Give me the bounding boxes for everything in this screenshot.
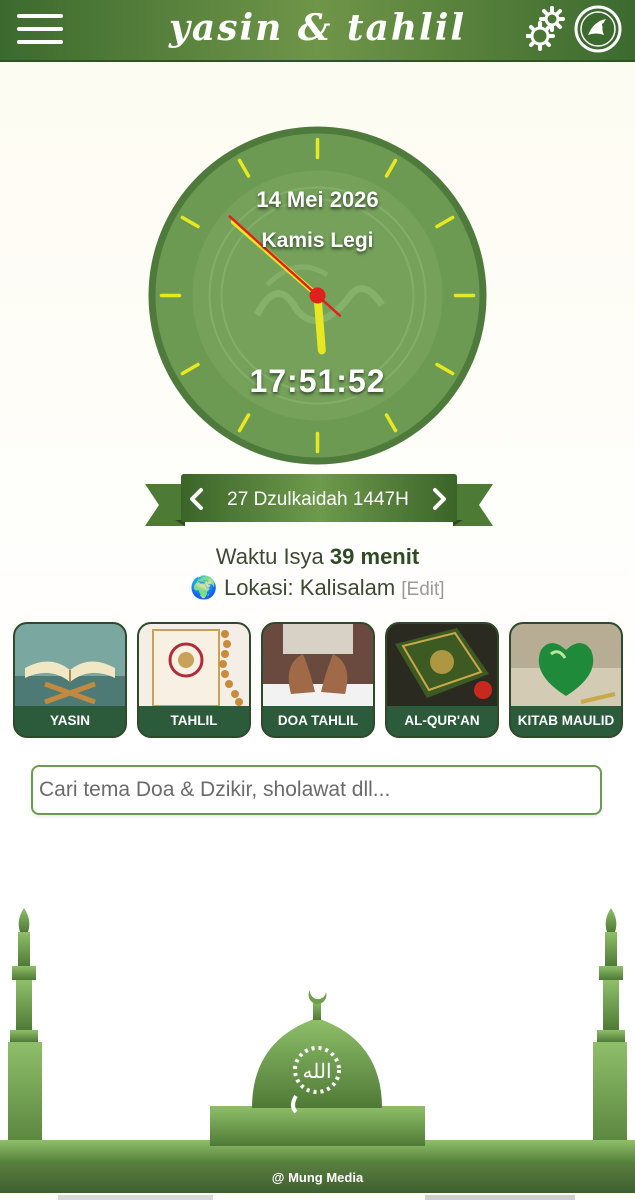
- clock-day: Kamis Legi: [261, 229, 374, 252]
- prayer-label: Waktu Isya: [215, 544, 324, 569]
- menu-tile-yasin[interactable]: YASIN: [13, 622, 127, 738]
- green-heart-icon: [511, 624, 621, 706]
- menu-tile-kitab-maulid[interactable]: KITAB MAULID: [509, 622, 623, 738]
- menu-tile-label: AL-QUR'AN: [387, 706, 497, 736]
- next-prayer-countdown: Waktu Isya 39 menit: [0, 544, 635, 570]
- chevron-right-icon[interactable]: [426, 483, 452, 515]
- menu-tile-label: YASIN: [15, 706, 125, 736]
- menu-tile-al-quran[interactable]: AL-QUR'AN: [385, 622, 499, 738]
- analog-clock: 14 Mei 2026 Kamis Legi 17:51:52: [147, 125, 488, 466]
- clock-center-pin: [309, 287, 326, 304]
- gears-icon[interactable]: [526, 5, 568, 51]
- ad-placeholder-left: [58, 1195, 213, 1200]
- app-title: yasin & tahlil: [168, 7, 467, 49]
- search-input[interactable]: [31, 765, 602, 815]
- prayer-remaining: 39 menit: [329, 544, 420, 569]
- prayer-beads-book-icon: [139, 624, 249, 706]
- globe-icon: 🌍: [190, 575, 218, 600]
- open-quran-icon: [15, 624, 125, 706]
- top-bar: yasin & tahlil: [0, 0, 635, 62]
- ad-placeholder-right: [425, 1195, 575, 1200]
- menu-tile-label: TAHLIL: [139, 706, 249, 736]
- menu-tiles: YASIN TAHLIL DOA TAHLIL AL-QUR'AN KITAB …: [13, 622, 623, 738]
- clock-date: 14 Mei 2026: [256, 187, 379, 212]
- quran-book-icon: [387, 624, 497, 706]
- app-logo-icon[interactable]: [574, 5, 622, 53]
- svg-text:الله: الله: [303, 1059, 332, 1083]
- menu-tile-tahlil[interactable]: TAHLIL: [137, 622, 251, 738]
- praying-hands-icon: [263, 624, 373, 706]
- hamburger-menu-icon[interactable]: [17, 12, 63, 46]
- location-row: 🌍 Lokasi: Kalisalam [Edit]: [0, 575, 635, 601]
- menu-tile-label: DOA TAHLIL: [263, 706, 373, 736]
- menu-tile-doa-tahlil[interactable]: DOA TAHLIL: [261, 622, 375, 738]
- footer-credit: @ Mung Media: [0, 1163, 635, 1193]
- clock-digital-time: 17:51:52: [249, 363, 386, 399]
- clock-face: [148, 126, 487, 465]
- hijri-date: 27 Dzulkaidah 1447H: [227, 489, 409, 510]
- edit-location-link[interactable]: [Edit]: [401, 579, 444, 600]
- menu-tile-label: KITAB MAULID: [511, 706, 621, 736]
- mosque-illustration: الله: [0, 908, 635, 1165]
- location-label: Lokasi: Kalisalam: [223, 575, 396, 600]
- hour-hand: [313, 291, 326, 355]
